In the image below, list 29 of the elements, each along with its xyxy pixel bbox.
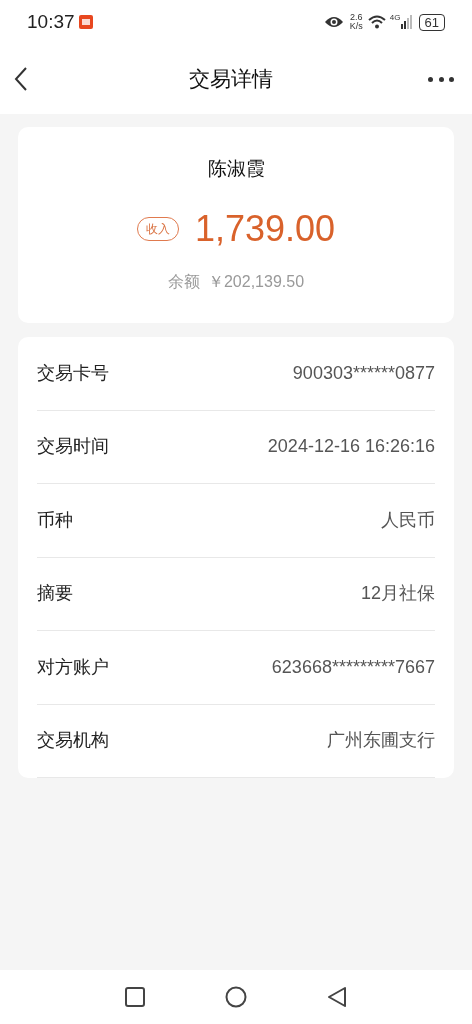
home-button[interactable]	[225, 986, 247, 1008]
detail-label: 交易时间	[37, 435, 109, 459]
detail-value: 人民币	[381, 508, 435, 532]
detail-value: 广州东圃支行	[327, 729, 435, 753]
balance-label: 余额	[167, 271, 200, 292]
detail-value: 623668*********7667	[271, 655, 435, 679]
detail-label: 币种	[37, 508, 73, 532]
network-speed: 2.6	[350, 13, 363, 22]
status-time: 10:37	[27, 9, 75, 34]
battery-indicator: 61	[418, 13, 445, 31]
app-notification-icon	[78, 15, 93, 29]
detail-label: 对方账户	[37, 655, 109, 679]
detail-label: 摘要	[37, 582, 73, 606]
detail-label: 交易机构	[37, 729, 109, 753]
page-title: 交易详情	[188, 66, 274, 93]
network-type: 4G	[389, 12, 401, 24]
amount: 1,739.00	[194, 206, 336, 251]
balance-value: ￥202,139.50	[207, 271, 305, 292]
network-speed-unit: K/s	[349, 22, 363, 31]
back-nav-button[interactable]	[327, 986, 347, 1008]
detail-label: 交易卡号	[37, 361, 109, 385]
eye-icon	[323, 15, 344, 29]
detail-value: 12月社保	[360, 582, 435, 606]
wifi-icon	[367, 15, 386, 29]
recent-apps-button[interactable]	[125, 987, 145, 1007]
detail-value: 2024-12-16 16:26:16	[267, 435, 435, 459]
signal-icon	[400, 15, 413, 29]
detail-value: 900303******0877	[292, 361, 435, 385]
payee-name: 陈淑霞	[207, 157, 265, 181]
